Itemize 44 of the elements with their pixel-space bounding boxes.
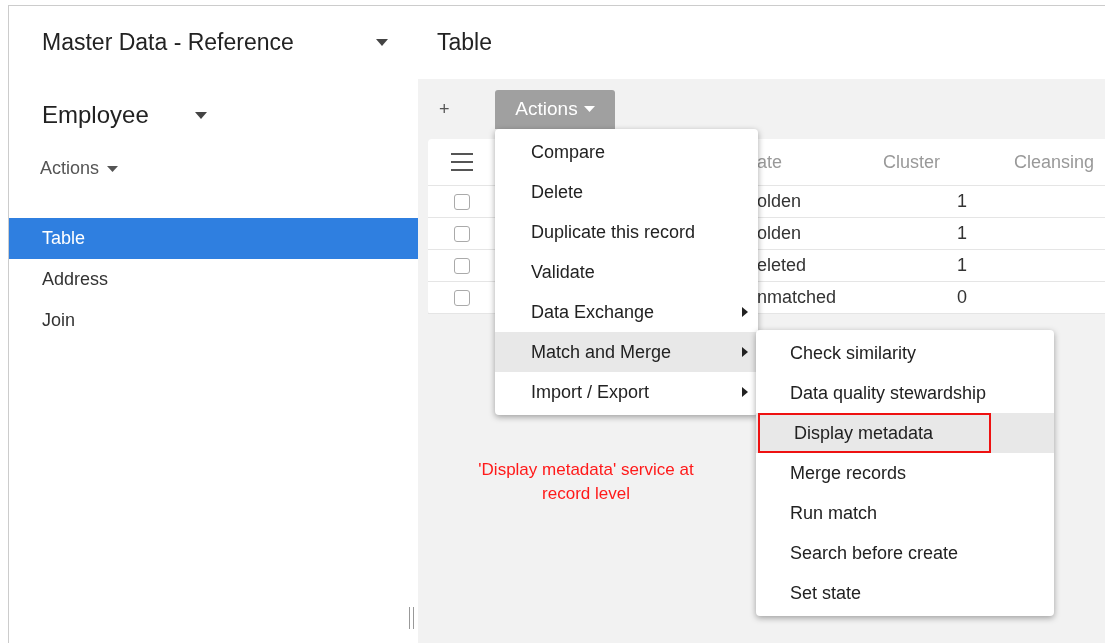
add-button[interactable]: + (439, 95, 459, 123)
caret-icon[interactable] (194, 111, 207, 119)
row-checkbox[interactable] (454, 225, 470, 242)
table-cell-text: olden (757, 222, 803, 245)
table-cell-text: 1 (956, 254, 967, 277)
table-cell-text: 1 (956, 190, 967, 213)
sidebar-item[interactable]: Address (9, 259, 418, 300)
menu-item[interactable]: Import / Export (495, 372, 758, 412)
table-cell-text: olden (757, 190, 803, 213)
menu-item[interactable]: Delete (495, 172, 758, 212)
table-cell-text: 0 (956, 286, 967, 309)
table-cell-text: nmatched (757, 286, 838, 309)
menu-item[interactable]: Duplicate this record (495, 212, 758, 252)
entity-title: Employee (42, 100, 149, 130)
menu-item[interactable]: Display metadata (756, 413, 1054, 453)
page-title: Table (437, 28, 492, 58)
actions-dropdown[interactable]: Actions (40, 155, 119, 182)
menu-item[interactable]: Data quality stewardship (756, 373, 1054, 413)
row-checkbox[interactable] (454, 257, 470, 274)
menu-item[interactable]: Search before create (756, 533, 1054, 573)
caret-icon[interactable] (376, 39, 388, 46)
row-checkbox[interactable] (454, 193, 470, 210)
menu-item[interactable]: Set state (756, 573, 1054, 613)
app-title: Master Data - Reference (42, 28, 294, 58)
table-cell-text: eleted (757, 254, 808, 277)
menu-item[interactable]: Data Exchange (495, 292, 758, 332)
row-checkbox[interactable] (454, 289, 470, 306)
caret-icon (107, 165, 119, 172)
splitter-handle[interactable] (409, 607, 414, 629)
table-cell-text: 1 (956, 222, 967, 245)
annotation-text: 'Display metadata' service at record level (477, 459, 695, 505)
menu-item[interactable]: Match and Merge (495, 332, 758, 372)
column-header: Cleansing (1013, 150, 1096, 174)
menu-item[interactable]: Run match (756, 493, 1054, 533)
sidebar-item[interactable]: Table (9, 218, 418, 259)
column-header: Cluster (882, 150, 941, 174)
menu-icon[interactable] (451, 153, 473, 171)
menu-item[interactable]: Compare (495, 132, 758, 172)
menu-item[interactable]: Validate (495, 252, 758, 292)
column-header: ate (757, 150, 784, 174)
sidebar-item[interactable]: Join (9, 300, 418, 341)
menu-item[interactable]: Merge records (756, 453, 1054, 493)
caret-icon (583, 106, 595, 112)
menu-item[interactable]: Check similarity (756, 333, 1054, 373)
